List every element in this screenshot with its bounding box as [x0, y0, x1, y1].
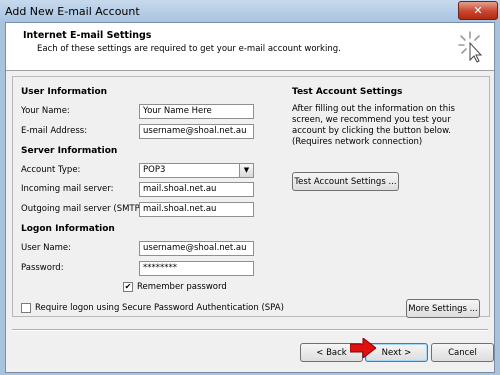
dialog-body: Internet E-mail Settings Each of these s… — [5, 22, 495, 373]
server-info-heading: Server Information — [21, 146, 118, 156]
chevron-down-icon[interactable]: ▼ — [239, 164, 253, 177]
test-account-settings-button[interactable]: Test Account Settings ... — [292, 172, 399, 191]
your-name-input[interactable]: Your Name Here — [139, 104, 254, 119]
close-button[interactable]: ✕ — [458, 1, 498, 20]
incoming-server-input[interactable]: mail.shoal.net.au — [139, 182, 254, 197]
sparkle-cursor-icon — [458, 31, 483, 63]
account-type-value: POP3 — [143, 165, 166, 175]
account-type-select[interactable]: POP3 ▼ — [139, 163, 254, 178]
outgoing-server-input[interactable]: mail.shoal.net.au — [139, 202, 254, 217]
account-type-label: Account Type: — [21, 165, 81, 175]
red-pointer-arrow-icon — [350, 338, 376, 358]
spa-checkbox[interactable] — [21, 303, 31, 313]
user-name-label: User Name: — [21, 243, 72, 253]
test-settings-description: After filling out the information on thi… — [292, 104, 455, 147]
title-bar: Add New E-mail Account ✕ — [0, 0, 500, 22]
spa-label: Require logon using Secure Password Auth… — [35, 303, 284, 313]
outgoing-server-label: Outgoing mail server (SMTP): — [21, 204, 146, 214]
header-subtitle: Each of these settings are required to g… — [37, 44, 341, 54]
remember-password-checkbox[interactable]: ✔ — [123, 282, 133, 292]
test-settings-heading: Test Account Settings — [292, 87, 403, 97]
settings-group: User Information Your Name: Your Name He… — [12, 76, 490, 318]
user-info-heading: User Information — [21, 87, 108, 97]
password-label: Password: — [21, 263, 64, 273]
user-name-input[interactable]: username@shoal.net.au — [139, 241, 254, 256]
footer-separator — [12, 329, 488, 331]
your-name-label: Your Name: — [21, 106, 70, 116]
logon-info-heading: Logon Information — [21, 224, 115, 234]
incoming-server-label: Incoming mail server: — [21, 184, 114, 194]
cancel-button[interactable]: Cancel — [431, 343, 494, 362]
email-address-input[interactable]: username@shoal.net.au — [139, 124, 254, 139]
email-address-label: E-mail Address: — [21, 126, 88, 136]
remember-password-label: Remember password — [137, 282, 227, 292]
dialog-header: Internet E-mail Settings Each of these s… — [6, 23, 494, 71]
window-title: Add New E-mail Account — [5, 5, 140, 18]
close-icon: ✕ — [473, 4, 483, 17]
password-input[interactable]: ******** — [139, 261, 254, 276]
header-title: Internet E-mail Settings — [23, 30, 152, 41]
more-settings-button[interactable]: More Settings ... — [406, 299, 480, 318]
